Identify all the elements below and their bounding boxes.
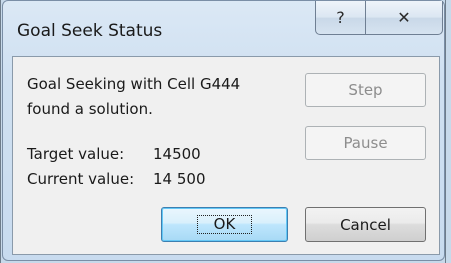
pause-button[interactable]: Pause: [305, 126, 426, 160]
close-icon: ✕: [397, 8, 411, 27]
current-value: 14 500: [153, 170, 206, 188]
dialog-title: Goal Seek Status: [17, 21, 163, 41]
status-message-line2: found a solution.: [27, 100, 153, 118]
help-button[interactable]: ?: [315, 1, 366, 35]
ok-button-label: OK: [196, 215, 253, 234]
close-button[interactable]: ✕: [365, 1, 443, 35]
sheet-gridline: [0, 0, 1, 263]
step-button[interactable]: Step: [305, 73, 426, 107]
current-value-label: Current value:: [27, 170, 135, 188]
dialog-content-panel: Goal Seeking with Cell G444 found a solu…: [12, 56, 440, 255]
status-message-line1: Goal Seeking with Cell G444: [27, 75, 241, 93]
help-icon: ?: [336, 8, 345, 27]
target-value-label: Target value:: [27, 145, 125, 163]
cancel-button[interactable]: Cancel: [305, 207, 426, 242]
ok-button[interactable]: OK: [161, 207, 288, 242]
goal-seek-status-dialog: Goal Seek Status ? ✕ Goal Seeking with C…: [2, 0, 445, 261]
sheet-gridline: [445, 0, 446, 263]
target-value: 14500: [153, 145, 201, 163]
